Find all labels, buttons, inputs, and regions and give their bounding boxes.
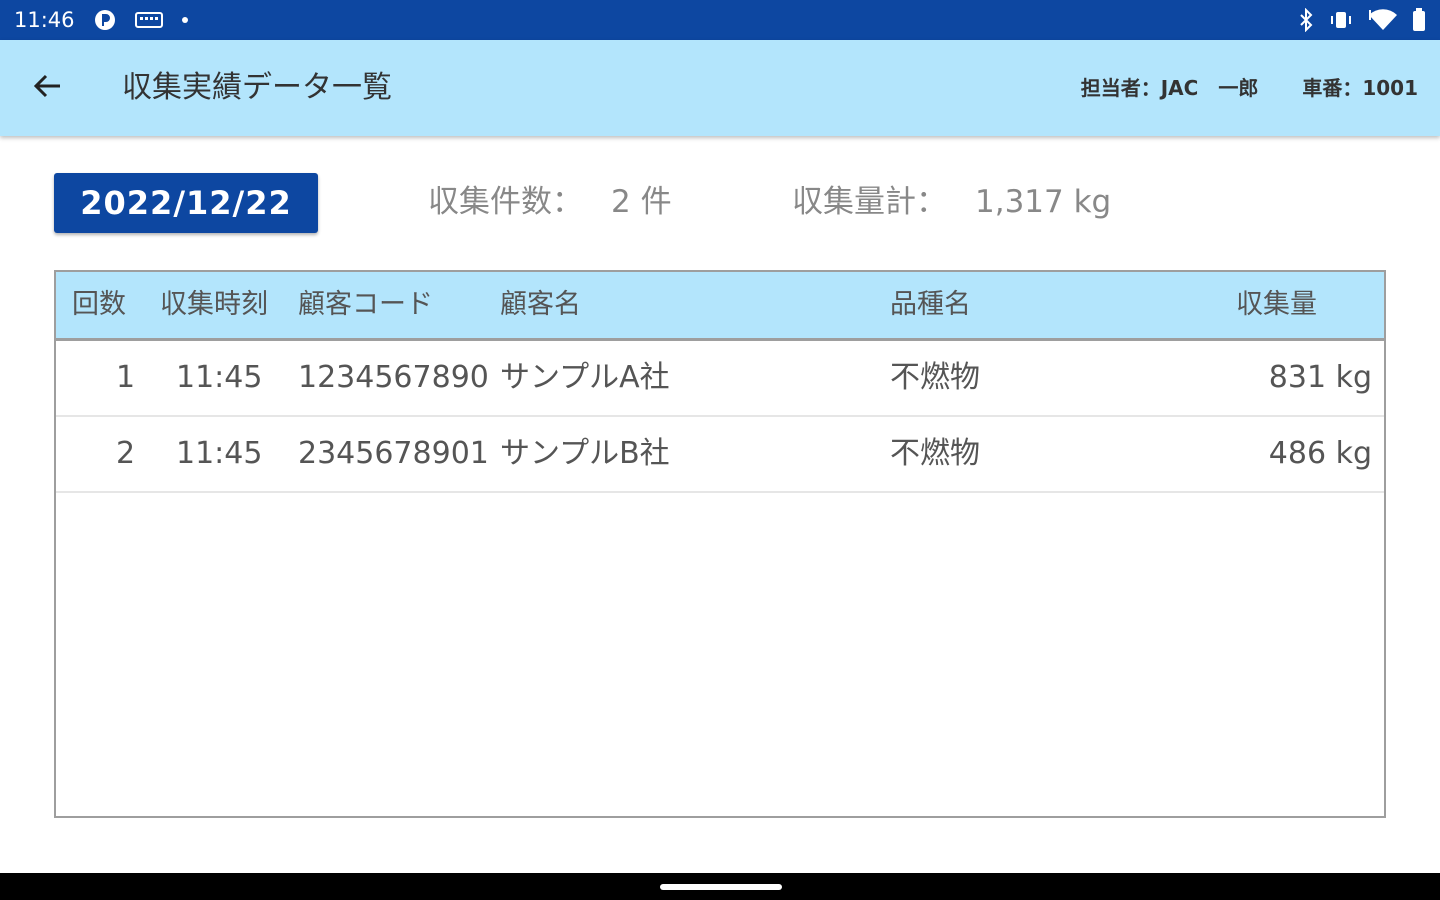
dot-icon <box>181 16 189 24</box>
vehicle-info: 車番： 1001 <box>1302 70 1418 106</box>
collection-count-summary: 収集件数： 2 件 <box>428 180 672 224</box>
cell-round: 2 <box>116 436 136 471</box>
bluetooth-icon <box>1298 8 1314 32</box>
cell-customer-code: 2345678901 <box>298 436 489 471</box>
status-time: 11:46 <box>14 8 75 32</box>
cell-time: 11:45 <box>176 436 263 471</box>
staff-value: JAC 一郎 <box>1160 76 1259 100</box>
table-row[interactable]: 1 11:45 1234567890 サンプルA社 不燃物 831 kg <box>56 341 1384 417</box>
cell-time: 11:45 <box>176 360 263 395</box>
count-label: 収集件数： <box>428 184 583 220</box>
status-right <box>1298 8 1426 32</box>
vehicle-value: 1001 <box>1362 76 1418 100</box>
wifi-icon <box>1368 8 1398 32</box>
home-handle[interactable] <box>660 884 782 890</box>
vibrate-icon <box>1328 9 1354 31</box>
header-time: 収集時刻 <box>160 289 268 320</box>
staff-info: 担当者： JAC 一郎 <box>1081 70 1259 106</box>
app-bar: 収集実績データ一覧 担当者： JAC 一郎 車番： 1001 <box>0 40 1440 136</box>
header-customer-code: 顧客コード <box>298 289 433 320</box>
cell-round: 1 <box>116 360 136 395</box>
keyboard-icon <box>134 10 163 30</box>
navigation-bar <box>0 873 1440 900</box>
header-amount: 収集量 <box>1236 289 1317 320</box>
count-value: 2 件 <box>611 184 672 220</box>
cell-amount: 486 kg <box>1268 436 1372 471</box>
header-round: 回数 <box>72 289 126 320</box>
cell-item-name: 不燃物 <box>890 436 980 471</box>
cell-item-name: 不燃物 <box>890 360 980 395</box>
staff-label: 担当者： <box>1080 76 1161 100</box>
status-bar: 11:46 <box>0 0 1440 40</box>
cell-customer-name: サンプルB社 <box>500 436 670 471</box>
page-title: 収集実績データ一覧 <box>122 70 392 105</box>
table-row[interactable]: 2 11:45 2345678901 サンプルB社 不燃物 486 kg <box>56 417 1384 493</box>
header-item-name: 品種名 <box>890 289 971 320</box>
collection-table[interactable]: 回数 収集時刻 顧客コード 顧客名 品種名 収集量 1 11:45 123456… <box>54 270 1386 818</box>
date-button[interactable]: 2022/12/22 <box>54 173 318 233</box>
cell-amount: 831 kg <box>1268 360 1372 395</box>
app-meta: 担当者： JAC 一郎 車番： 1001 <box>1081 70 1418 106</box>
arrow-left-icon <box>32 70 64 106</box>
cell-customer-code: 1234567890 <box>298 360 489 395</box>
vehicle-label: 車番： <box>1302 76 1363 100</box>
cell-customer-name: サンプルA社 <box>500 360 670 395</box>
header-customer-name: 顧客名 <box>500 289 581 320</box>
collection-total-summary: 収集量計： 1,317 kg <box>792 180 1111 224</box>
battery-icon <box>1412 8 1426 32</box>
total-value: 1,317 kg <box>975 184 1112 220</box>
table-header: 回数 収集時刻 顧客コード 顧客名 品種名 収集量 <box>56 272 1384 341</box>
back-button[interactable] <box>24 64 72 112</box>
status-left: 11:46 <box>14 8 189 32</box>
total-label: 収集量計： <box>792 184 947 220</box>
p-icon <box>93 8 117 32</box>
